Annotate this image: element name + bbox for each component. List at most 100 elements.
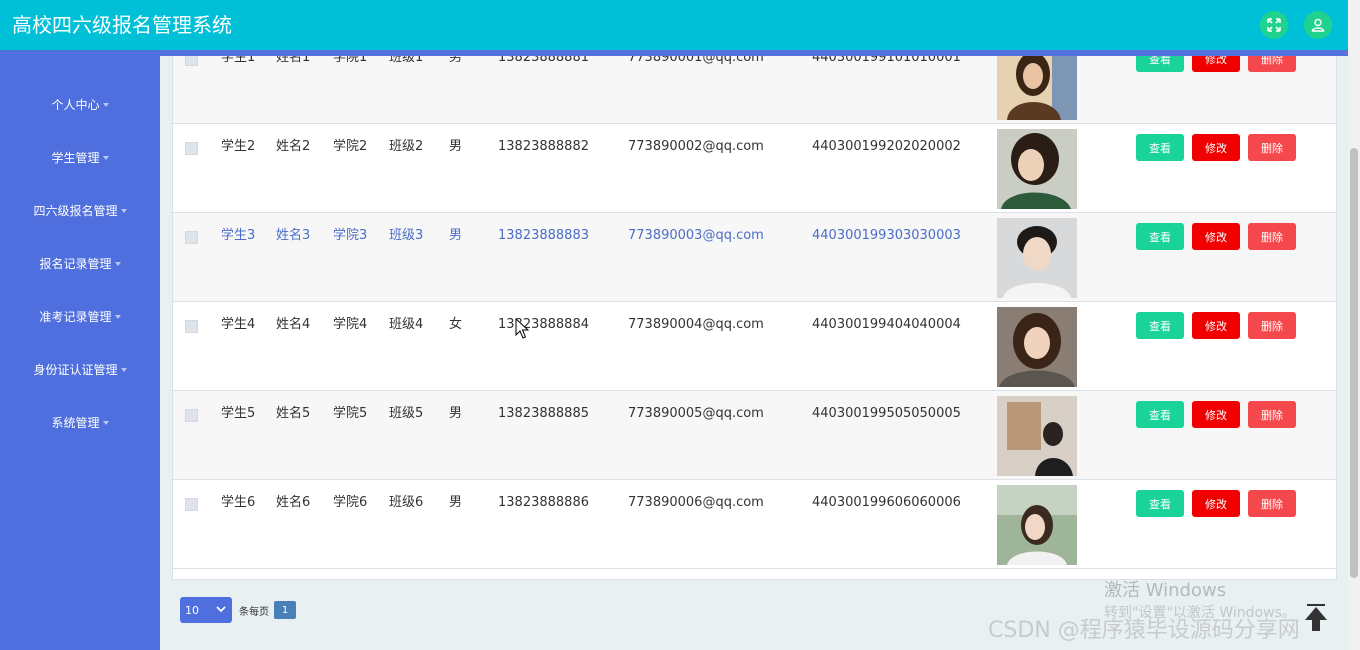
table-row: 学生4 姓名4 学院4 班级4 女 13823888884 773890004@… bbox=[173, 302, 1336, 391]
row-checkbox[interactable] bbox=[185, 498, 198, 511]
delete-button[interactable]: 删除 bbox=[1248, 401, 1296, 428]
view-button[interactable]: 查看 bbox=[1136, 134, 1184, 161]
row-checkbox[interactable] bbox=[185, 320, 198, 333]
fullscreen-button[interactable] bbox=[1260, 11, 1288, 39]
cell-college: 学院6 bbox=[333, 495, 368, 510]
cell-student-id: 学生3 bbox=[221, 228, 256, 243]
cell-email: 773890001@qq.com bbox=[628, 56, 764, 65]
cell-email: 773890003@qq.com bbox=[628, 228, 764, 243]
sidebar-item-label: 身份证认证管理 bbox=[33, 362, 118, 377]
cell-class: 班级6 bbox=[389, 495, 424, 510]
sidebar-item-system-management[interactable]: 系统管理 bbox=[0, 407, 160, 437]
cell-name: 姓名2 bbox=[276, 139, 311, 154]
cell-email: 773890006@qq.com bbox=[628, 495, 764, 510]
scrollbar-thumb[interactable] bbox=[1350, 148, 1358, 578]
cell-phone: 13823888884 bbox=[498, 317, 589, 332]
cell-name: 姓名3 bbox=[276, 228, 311, 243]
cell-gender: 女 bbox=[449, 317, 463, 332]
sidebar-item-label: 四六级报名管理 bbox=[33, 203, 118, 218]
pagination: 10 条每页 1 bbox=[180, 597, 296, 623]
cell-gender: 男 bbox=[449, 228, 463, 243]
edit-button[interactable]: 修改 bbox=[1192, 312, 1240, 339]
user-icon bbox=[1311, 18, 1325, 32]
row-checkbox[interactable] bbox=[185, 142, 198, 155]
cell-id-card: 440300199404040004 bbox=[812, 317, 961, 332]
cell-name: 姓名1 bbox=[276, 56, 311, 65]
cell-phone: 13823888882 bbox=[498, 139, 589, 154]
student-photo bbox=[997, 56, 1077, 120]
page-number-button[interactable]: 1 bbox=[274, 601, 296, 619]
cell-student-id: 学生1 bbox=[221, 56, 256, 65]
student-photo bbox=[997, 485, 1077, 565]
cell-college: 学院1 bbox=[333, 56, 368, 65]
student-photo bbox=[997, 218, 1077, 298]
student-photo bbox=[997, 307, 1077, 387]
cell-student-id: 学生4 bbox=[221, 317, 256, 332]
cell-college: 学院2 bbox=[333, 139, 368, 154]
cell-name: 姓名6 bbox=[276, 495, 311, 510]
cell-id-card: 440300199505050005 bbox=[812, 406, 961, 421]
student-photo bbox=[997, 129, 1077, 209]
sidebar-item-label: 个人中心 bbox=[51, 97, 100, 112]
back-to-top-button[interactable] bbox=[1303, 604, 1329, 634]
sidebar-item-label: 系统管理 bbox=[51, 415, 100, 430]
caret-down-icon bbox=[102, 156, 109, 160]
cell-student-id: 学生2 bbox=[221, 139, 256, 154]
view-button[interactable]: 查看 bbox=[1136, 490, 1184, 517]
cell-email: 773890004@qq.com bbox=[628, 317, 764, 332]
sidebar-item-registration-records[interactable]: 报名记录管理 bbox=[0, 248, 160, 278]
delete-button[interactable]: 删除 bbox=[1248, 223, 1296, 250]
sidebar: 个人中心 学生管理 四六级报名管理 报名记录管理 准考记录管理 身份证认证管理 … bbox=[0, 50, 160, 650]
row-checkbox[interactable] bbox=[185, 409, 198, 422]
delete-button[interactable]: 删除 bbox=[1248, 56, 1296, 72]
windows-activation-watermark: 激活 Windows bbox=[1104, 580, 1227, 601]
sidebar-item-cet-registration[interactable]: 四六级报名管理 bbox=[0, 195, 160, 225]
cell-email: 773890002@qq.com bbox=[628, 139, 764, 154]
sidebar-item-student-management[interactable]: 学生管理 bbox=[0, 142, 160, 172]
table-row: 学生1 姓名1 学院1 班级1 男 13823888881 773890001@… bbox=[173, 56, 1336, 124]
caret-down-icon bbox=[102, 103, 109, 107]
edit-button[interactable]: 修改 bbox=[1192, 56, 1240, 72]
table-row: 学生5 姓名5 学院5 班级5 男 13823888885 773890005@… bbox=[173, 391, 1336, 480]
view-button[interactable]: 查看 bbox=[1136, 223, 1184, 250]
cell-college: 学院3 bbox=[333, 228, 368, 243]
cell-class: 班级5 bbox=[389, 406, 424, 421]
edit-button[interactable]: 修改 bbox=[1192, 490, 1240, 517]
caret-down-icon bbox=[114, 262, 121, 266]
cell-student-id: 学生6 bbox=[221, 495, 256, 510]
cell-college: 学院5 bbox=[333, 406, 368, 421]
edit-button[interactable]: 修改 bbox=[1192, 134, 1240, 161]
view-button[interactable]: 查看 bbox=[1136, 312, 1184, 339]
sidebar-item-personal-center[interactable]: 个人中心 bbox=[0, 89, 160, 119]
user-button[interactable] bbox=[1304, 11, 1332, 39]
page-size-value: 10 bbox=[185, 603, 199, 617]
cell-name: 姓名5 bbox=[276, 406, 311, 421]
page-scrollbar[interactable] bbox=[1348, 0, 1360, 650]
sidebar-item-admission-records[interactable]: 准考记录管理 bbox=[0, 301, 160, 331]
delete-button[interactable]: 删除 bbox=[1248, 134, 1296, 161]
cell-gender: 男 bbox=[449, 56, 463, 65]
caret-down-icon bbox=[114, 315, 121, 319]
row-checkbox[interactable] bbox=[185, 231, 198, 244]
sidebar-item-id-verification[interactable]: 身份证认证管理 bbox=[0, 354, 160, 384]
delete-button[interactable]: 删除 bbox=[1248, 490, 1296, 517]
edit-button[interactable]: 修改 bbox=[1192, 223, 1240, 250]
cell-phone: 13823888885 bbox=[498, 406, 589, 421]
sidebar-item-label: 学生管理 bbox=[51, 150, 100, 165]
delete-button[interactable]: 删除 bbox=[1248, 312, 1296, 339]
table-row: 学生6 姓名6 学院6 班级6 男 13823888886 773890006@… bbox=[173, 480, 1336, 569]
cell-gender: 男 bbox=[449, 139, 463, 154]
edit-button[interactable]: 修改 bbox=[1192, 401, 1240, 428]
cell-id-card: 440300199606060006 bbox=[812, 495, 961, 510]
per-page-label: 条每页 bbox=[239, 606, 269, 618]
view-button[interactable]: 查看 bbox=[1136, 401, 1184, 428]
row-checkbox[interactable] bbox=[185, 56, 198, 66]
cell-email: 773890005@qq.com bbox=[628, 406, 764, 421]
view-button[interactable]: 查看 bbox=[1136, 56, 1184, 72]
mouse-cursor-icon bbox=[515, 318, 529, 339]
sidebar-item-label: 准考记录管理 bbox=[39, 309, 112, 324]
cell-student-id: 学生5 bbox=[221, 406, 256, 421]
page-size-select[interactable]: 10 bbox=[180, 597, 232, 623]
cell-phone: 13823888886 bbox=[498, 495, 589, 510]
cell-class: 班级2 bbox=[389, 139, 424, 154]
